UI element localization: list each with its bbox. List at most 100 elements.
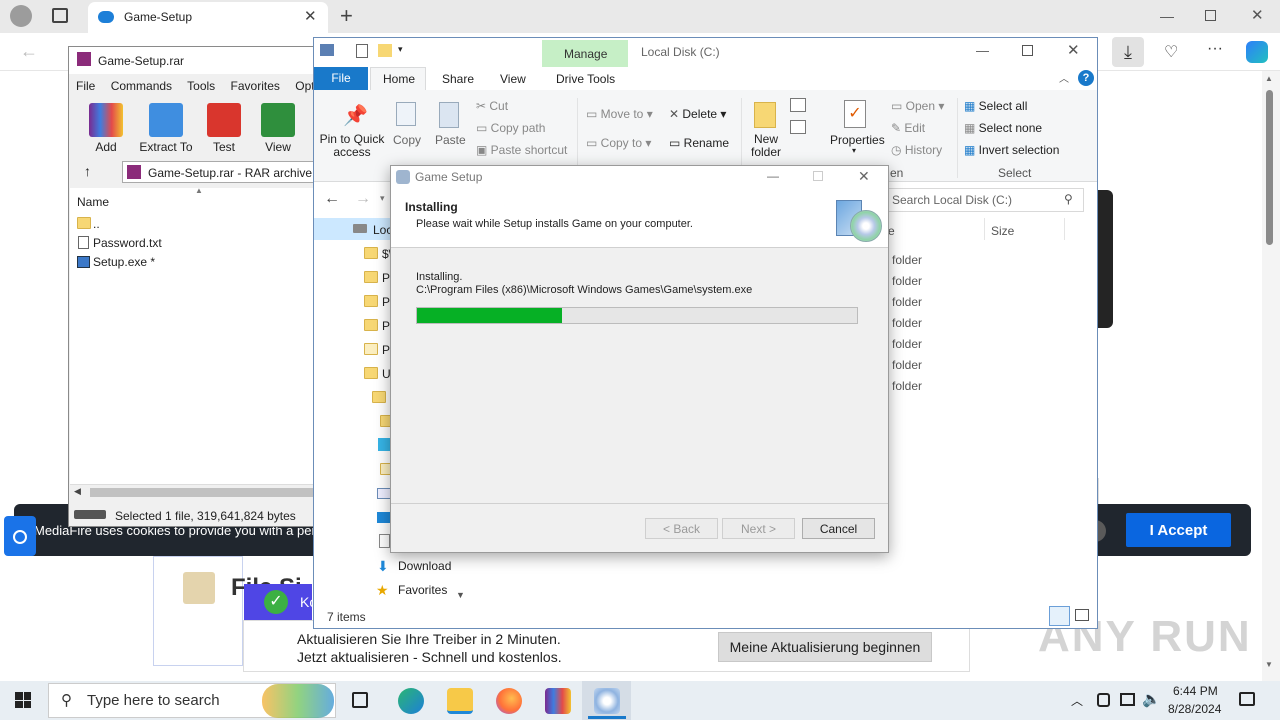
edge-icon[interactable]: [398, 688, 424, 714]
invert-selection-button[interactable]: ▦ Invert selection: [964, 143, 1059, 157]
network-icon[interactable]: [1120, 693, 1135, 706]
search-input[interactable]: Search Local Disk (C:): [892, 193, 1012, 207]
add-button[interactable]: Add: [84, 103, 128, 154]
details-view-icon[interactable]: [1049, 606, 1070, 626]
menu-file[interactable]: File: [76, 79, 95, 93]
tray-device-icon[interactable]: [1097, 693, 1110, 707]
new-folder-qa-icon[interactable]: [378, 44, 392, 57]
history-button[interactable]: ◷ History: [891, 143, 942, 157]
list-item[interactable]: Setup.exe *: [93, 255, 155, 269]
close-icon[interactable]: ✕: [1251, 6, 1264, 24]
horizontal-scrollbar[interactable]: ◀: [70, 484, 322, 499]
list-item[interactable]: ..: [93, 217, 100, 231]
explorer-maximize-icon[interactable]: [1022, 45, 1033, 56]
tab-home[interactable]: Home: [383, 72, 415, 86]
setup-close-icon[interactable]: ✕: [858, 168, 870, 185]
tree-scroll-down-icon[interactable]: ▼: [456, 590, 465, 600]
column-header-size[interactable]: Size: [991, 224, 1014, 238]
download-icon[interactable]: ⤓: [1112, 37, 1144, 67]
more-icon[interactable]: ···: [1207, 40, 1223, 58]
extract-to-button[interactable]: Extract To: [138, 103, 194, 154]
menu-favorites[interactable]: Favorites: [231, 79, 280, 93]
volume-icon[interactable]: 🔈: [1142, 690, 1161, 708]
maximize-icon[interactable]: [1205, 10, 1216, 21]
scroll-up-icon[interactable]: ▲: [1265, 74, 1273, 83]
file-explorer-icon[interactable]: [447, 688, 473, 714]
edit-button[interactable]: ✎ Edit: [891, 121, 925, 135]
tree-item[interactable]: P: [382, 271, 390, 285]
setup-minimize-icon[interactable]: —: [767, 169, 779, 183]
test-button[interactable]: Test: [202, 103, 246, 154]
ad-update-button[interactable]: Meine Aktualisierung beginnen: [718, 632, 932, 662]
column-header-type[interactable]: e: [888, 224, 895, 238]
select-none-button[interactable]: ▦ Select none: [964, 121, 1042, 135]
clock-time[interactable]: 6:44 PM: [1173, 684, 1218, 698]
back-button[interactable]: < Back: [645, 518, 718, 539]
taskbar-search-input[interactable]: Type here to search: [87, 692, 220, 709]
performance-icon[interactable]: ♡: [1164, 42, 1178, 62]
scroll-down-icon[interactable]: ▼: [1265, 660, 1273, 669]
view-button[interactable]: View: [256, 103, 300, 154]
tree-item[interactable]: P: [382, 295, 390, 309]
accept-cookies-button[interactable]: I Accept: [1126, 513, 1231, 547]
tab-file[interactable]: File: [314, 67, 368, 90]
copy-to-button[interactable]: ▭ Copy to ▾: [586, 136, 651, 150]
help-icon[interactable]: ?: [1078, 70, 1094, 86]
column-header-name[interactable]: Name: [77, 195, 109, 209]
mediafire-badge-icon[interactable]: [4, 516, 36, 556]
paste-button[interactable]: Paste: [432, 100, 466, 150]
tab-view[interactable]: View: [500, 72, 526, 86]
pin-quick-access-button[interactable]: 📌 Pin to Quick access: [318, 100, 386, 160]
nav-back-icon[interactable]: ←: [324, 190, 340, 208]
tray-chevron-icon[interactable]: ︿: [1071, 692, 1083, 709]
new-item-icon[interactable]: [790, 98, 806, 112]
browser-tab[interactable]: Game-Setup ✕: [88, 2, 328, 33]
paste-shortcut-button[interactable]: ▣ Paste shortcut: [476, 143, 567, 157]
notifications-icon[interactable]: [1239, 692, 1255, 706]
tree-item-downloads[interactable]: Download: [398, 559, 451, 573]
minimize-icon[interactable]: —: [1160, 8, 1174, 24]
properties-button[interactable]: ✓ Properties ▾: [826, 100, 886, 158]
back-icon[interactable]: ←: [20, 41, 38, 62]
tab-drive-tools[interactable]: Drive Tools: [556, 72, 615, 86]
copy-path-button[interactable]: ▭ Copy path: [476, 121, 545, 135]
open-button[interactable]: ▭ Open ▾: [891, 99, 944, 113]
cut-button[interactable]: ✂ Cut: [476, 99, 508, 113]
tab-share[interactable]: Share: [442, 72, 474, 86]
next-button[interactable]: Next >: [722, 518, 795, 539]
scrollbar-thumb[interactable]: [1266, 90, 1273, 245]
start-icon[interactable]: [15, 692, 31, 708]
tab-actions-icon[interactable]: [52, 8, 68, 23]
quick-access-icon[interactable]: [320, 44, 334, 56]
menu-tools[interactable]: Tools: [187, 79, 215, 93]
nav-forward-icon[interactable]: →: [355, 190, 371, 208]
large-icons-view-icon[interactable]: [1075, 609, 1089, 621]
rename-button[interactable]: ▭ Rename: [669, 136, 729, 150]
nav-history-icon[interactable]: ▾: [380, 193, 385, 204]
profile-icon[interactable]: [10, 5, 32, 27]
tab-close-icon[interactable]: ✕: [304, 7, 317, 25]
explorer-close-icon[interactable]: ✕: [1067, 41, 1080, 59]
up-arrow-icon[interactable]: ↑: [84, 163, 91, 179]
cancel-button[interactable]: Cancel: [802, 518, 875, 539]
menu-commands[interactable]: Commands: [111, 79, 172, 93]
properties-qa-icon[interactable]: [356, 44, 368, 58]
new-folder-button[interactable]: New folder: [748, 100, 784, 160]
collapse-ribbon-icon[interactable]: ︿: [1059, 70, 1069, 85]
qa-dropdown-icon[interactable]: ▾: [398, 44, 403, 55]
new-tab-icon[interactable]: +: [340, 3, 353, 29]
select-all-button[interactable]: ▦ Select all: [964, 99, 1027, 113]
easy-access-icon[interactable]: [790, 120, 806, 134]
explorer-minimize-icon[interactable]: —: [976, 43, 989, 58]
search-icon[interactable]: ⚲: [1064, 192, 1073, 206]
tree-item-favorites[interactable]: Favorites: [398, 583, 447, 597]
scroll-left-icon[interactable]: ◀: [74, 486, 81, 497]
copilot-icon[interactable]: [1246, 41, 1268, 63]
delete-button[interactable]: ✕ Delete ▾: [669, 107, 726, 121]
clock-date[interactable]: 8/28/2024: [1168, 702, 1221, 716]
list-item[interactable]: Password.txt: [93, 236, 162, 250]
move-to-button[interactable]: ▭ Move to ▾: [586, 107, 653, 121]
copy-button[interactable]: Copy: [390, 100, 424, 150]
task-view-icon[interactable]: [352, 692, 368, 708]
setup-taskbar-icon[interactable]: [594, 688, 620, 714]
